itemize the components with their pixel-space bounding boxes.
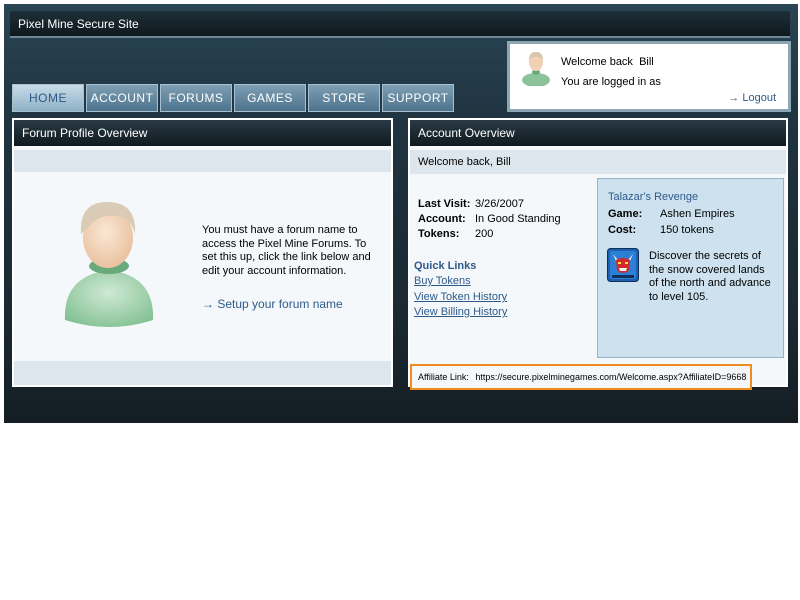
quick-links-heading: Quick Links (414, 260, 477, 272)
logout-link[interactable]: → Logout (728, 92, 776, 104)
game-label: Game: (608, 208, 643, 220)
forum-message: You must have a forum name to access the… (202, 224, 371, 277)
game-name-row: Game: Ashen Empires (608, 208, 735, 220)
last-visit-value: 3/26/2007 (475, 198, 524, 210)
featured-game-box: Talazar's Revenge Game: Ashen Empires Co… (597, 178, 784, 358)
main-nav: HOME ACCOUNT FORUMS GAMES STORE SUPPORT (12, 84, 454, 112)
welcome-prefix: Welcome back (561, 56, 633, 68)
account-welcome: Welcome back, Bill (418, 156, 511, 168)
site-frame: Pixel Mine Secure Site Welcome back Bill… (4, 4, 798, 423)
welcome-line: Welcome back Bill (561, 56, 654, 68)
forum-panel-footer (14, 361, 391, 385)
forum-panel-header: Forum Profile Overview (12, 118, 393, 146)
game-description: Discover the secrets of the snow covered… (649, 250, 771, 303)
account-status-label: Account: (418, 213, 466, 225)
last-visit-label: Last Visit: (418, 198, 471, 210)
welcome-user-name: Bill (639, 56, 654, 68)
account-status-value: In Good Standing (475, 213, 561, 225)
nav-account[interactable]: ACCOUNT (86, 84, 158, 112)
buy-tokens-link[interactable]: Buy Tokens (414, 275, 471, 287)
user-avatar-icon (522, 52, 550, 86)
tokens-row: Tokens: 200 (418, 228, 493, 240)
nav-home[interactable]: HOME (12, 84, 84, 112)
forum-avatar-icon (64, 202, 154, 327)
view-token-history-link[interactable]: View Token History (414, 291, 507, 303)
site-title-bar: Pixel Mine Secure Site (10, 11, 790, 38)
affiliate-label: Affiliate Link: (418, 372, 469, 382)
account-status-row: Account: In Good Standing (418, 213, 561, 225)
tokens-value: 200 (475, 228, 494, 240)
nav-support[interactable]: SUPPORT (382, 84, 454, 112)
setup-forum-name-link[interactable]: → Setup your forum name (202, 297, 343, 311)
account-panel-title: Account Overview (418, 126, 515, 140)
logged-in-text: You are logged in as (561, 76, 661, 88)
account-overview-panel: Account Overview Welcome back, Bill Last… (408, 118, 788, 387)
affiliate-url[interactable]: https://secure.pixelminegames.com/Welcom… (475, 372, 746, 382)
affiliate-link-box: Affiliate Link: https://secure.pixelmine… (410, 364, 752, 390)
game-value: Ashen Empires (660, 208, 735, 220)
nav-store[interactable]: STORE (308, 84, 380, 112)
featured-game-title[interactable]: Talazar's Revenge (608, 191, 698, 203)
cost-label: Cost: (608, 224, 637, 236)
nav-forums[interactable]: FORUMS (160, 84, 232, 112)
game-cost-row: Cost: 150 tokens (608, 224, 714, 236)
account-panel-header: Account Overview (408, 118, 788, 146)
nav-games[interactable]: GAMES (234, 84, 306, 112)
forum-profile-panel: Forum Profile Overview You must have a f… (12, 118, 393, 387)
cost-value: 150 tokens (660, 224, 714, 236)
view-billing-history-link[interactable]: View Billing History (414, 306, 507, 318)
tokens-label: Tokens: (418, 228, 460, 240)
game-demon-icon[interactable] (607, 248, 639, 282)
site-title: Pixel Mine Secure Site (18, 17, 139, 31)
login-status-box: Welcome back Bill You are logged in as →… (507, 41, 791, 112)
last-visit-row: Last Visit: 3/26/2007 (418, 198, 524, 210)
forum-panel-title: Forum Profile Overview (22, 126, 148, 140)
forum-panel-stripe (14, 150, 391, 172)
